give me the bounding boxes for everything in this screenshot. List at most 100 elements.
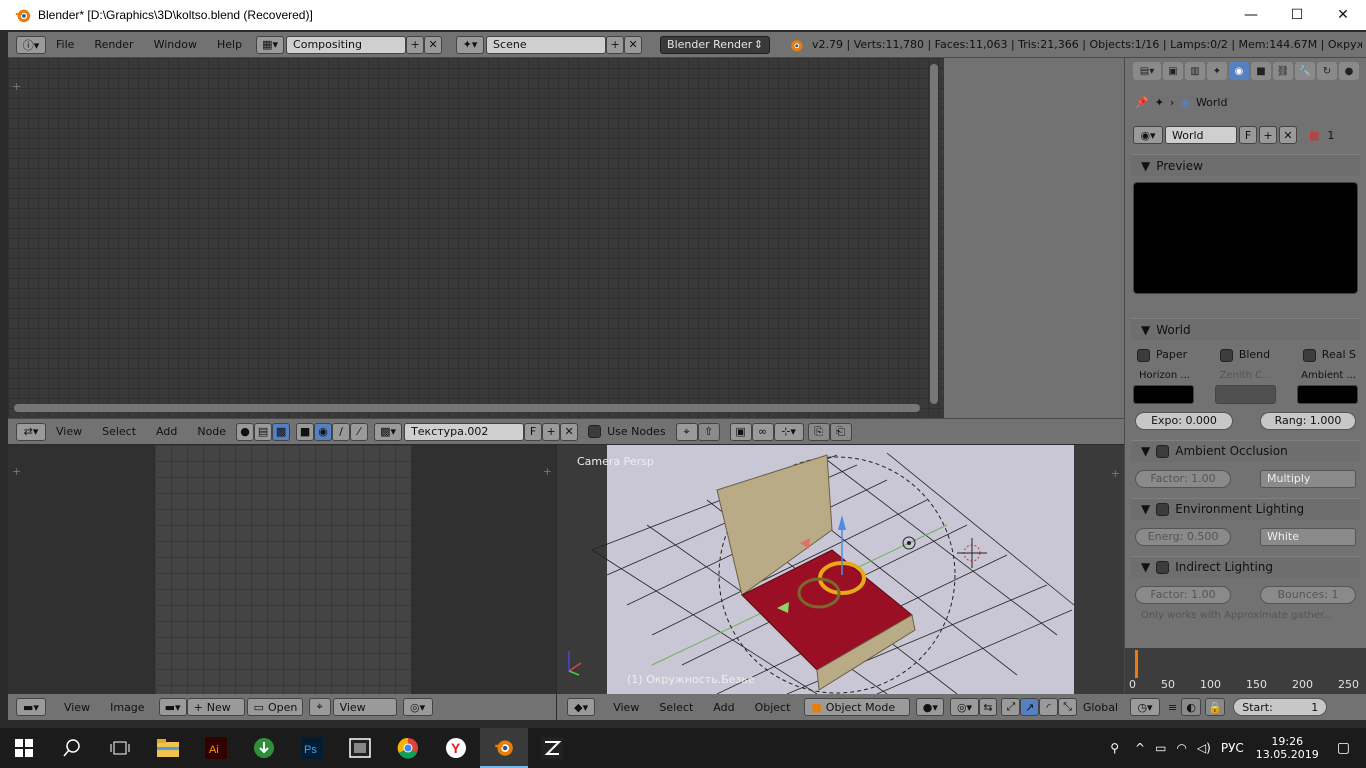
auto-offset-icon[interactable]: ∞ [751, 422, 774, 441]
file-explorer-icon[interactable] [144, 728, 192, 768]
horizontal-scrollbar[interactable] [14, 404, 920, 412]
image-pin-icon[interactable]: ⌖ [308, 698, 331, 716]
environment-lighting-panel-header[interactable]: ▼ Environment Lighting [1131, 497, 1360, 520]
world-name-field[interactable]: World [1165, 126, 1237, 144]
add-scene-icon[interactable]: + [606, 35, 625, 54]
scene-icon[interactable]: ✦▾ [456, 35, 485, 54]
task-view-icon[interactable] [96, 728, 144, 768]
use-nodes-checkbox[interactable] [588, 425, 602, 438]
copy-nodes-icon[interactable]: ⎘ [807, 422, 830, 441]
render-engine-select[interactable]: Blender Render ⇕ [660, 35, 771, 54]
node-menu-view[interactable]: View [46, 425, 92, 438]
transform-orientation-select[interactable]: Global [1077, 701, 1124, 714]
editor-type-properties-icon[interactable]: ▤▾ [1133, 62, 1161, 80]
shader-nodes-icon[interactable]: ● [236, 422, 255, 441]
texture-name-field[interactable]: Текстура.002 [404, 422, 525, 441]
data-tab-icon[interactable]: ↻ [1317, 62, 1337, 80]
view3d-menu-select[interactable]: Select [649, 701, 703, 714]
line-style-icon[interactable]: ⁄ [350, 422, 369, 441]
yandex-icon[interactable]: Y [432, 728, 480, 768]
translate-manipulator-icon[interactable]: ⤢ [1001, 698, 1021, 716]
scene-field[interactable]: Scene [486, 35, 607, 54]
add-layout-icon[interactable]: + [406, 35, 425, 54]
illustrator-icon[interactable]: Ai [192, 728, 240, 768]
blend-sky-toggle[interactable]: Blend [1219, 348, 1270, 362]
horizon-color-swatch[interactable] [1133, 384, 1194, 404]
menu-window[interactable]: Window [144, 38, 207, 51]
exposure-field[interactable]: Expo: 0.000 [1135, 411, 1233, 430]
volume-icon[interactable]: ◁) [1197, 741, 1211, 755]
remove-texture-icon[interactable]: ✕ [560, 422, 579, 441]
download-icon[interactable] [240, 728, 288, 768]
wifi-icon[interactable]: ◠ [1176, 741, 1186, 755]
ambient-color-swatch[interactable] [1297, 384, 1358, 404]
scene-tab-icon[interactable]: ✦ [1207, 62, 1227, 80]
editor-type-3d-icon[interactable]: ◆▾ [567, 698, 596, 716]
real-sky-checkbox[interactable] [1302, 348, 1316, 362]
parent-tree-icon[interactable]: ⇧ [697, 422, 720, 441]
chevron-up-icon[interactable]: ^ [1135, 741, 1145, 755]
rotate-manipulator-icon[interactable]: ↗ [1020, 698, 1040, 716]
start-icon[interactable] [0, 728, 48, 768]
menu-help[interactable]: Help [207, 38, 252, 51]
image-view-mode-select[interactable]: View [332, 698, 397, 716]
menu-render[interactable]: Render [84, 38, 143, 51]
image-browse-icon[interactable]: ▬▾ [158, 698, 187, 716]
close-button[interactable]: ✕ [1320, 0, 1366, 30]
world-texture-icon[interactable]: ◉ [314, 422, 333, 441]
zbrush-icon[interactable] [528, 728, 576, 768]
zenith-color-swatch[interactable] [1215, 384, 1276, 404]
pin-icon[interactable]: 📌 [1135, 96, 1149, 109]
pivot-point-icon[interactable]: ◎▾ [950, 698, 979, 716]
record-icon[interactable]: ◐ [1181, 698, 1202, 716]
image-menu-image[interactable]: Image [100, 701, 154, 714]
object-tab-icon[interactable]: ■ [1251, 62, 1271, 80]
video-icon[interactable] [336, 728, 384, 768]
minimize-button[interactable]: — [1228, 0, 1274, 30]
language-indicator[interactable]: РУС [1221, 741, 1244, 755]
ao-factor-field[interactable]: Factor: 1.00 [1135, 469, 1231, 488]
world-panel-header[interactable]: ▼ World [1131, 318, 1360, 340]
pin-icon[interactable]: ⌖ [675, 422, 698, 441]
clock[interactable]: 19:26 13.05.2019 [1256, 735, 1319, 761]
pivot-icon[interactable]: ◎▾ [402, 698, 433, 716]
editor-type-node-icon[interactable]: ⇄▾ [16, 422, 46, 441]
snap-icon[interactable]: ⊹▾ [773, 422, 804, 441]
backdrop-icon[interactable]: ▣ [729, 422, 752, 441]
area-split-icon[interactable]: + [12, 80, 21, 93]
notifications-icon[interactable]: ▢ [1337, 740, 1350, 756]
node-menu-add[interactable]: Add [146, 425, 187, 438]
3d-viewport[interactable]: Camera Persp (1) Окружность.Безье + [557, 445, 1124, 694]
new-image-button[interactable]: + New [186, 698, 245, 716]
remove-layout-icon[interactable]: ✕ [424, 35, 443, 54]
ambient-occlusion-panel-header[interactable]: ▼ Ambient Occlusion [1131, 439, 1360, 462]
range-field[interactable]: Rang: 1.000 [1260, 411, 1356, 430]
remove-scene-icon[interactable]: ✕ [624, 35, 643, 54]
render-tab-icon[interactable]: ▣ [1163, 62, 1183, 80]
search-icon[interactable] [48, 728, 96, 768]
image-menu-view[interactable]: View [54, 701, 100, 714]
texture-fake-user-button[interactable]: F [524, 422, 543, 441]
modifiers-tab-icon[interactable]: 🔧 [1295, 62, 1315, 80]
maximize-button[interactable]: ☐ [1274, 0, 1320, 30]
timeline-area[interactable]: 0 50 100 150 200 250 [1124, 648, 1366, 694]
menu-hamburger-icon[interactable]: ≡ [1168, 701, 1177, 714]
blend-sky-checkbox[interactable] [1219, 348, 1233, 362]
manipulator-toggle-icon[interactable]: ⇆ [978, 698, 998, 716]
node-menu-select[interactable]: Select [92, 425, 146, 438]
paper-sky-checkbox[interactable] [1137, 348, 1150, 362]
environment-lighting-checkbox[interactable] [1156, 502, 1170, 516]
area-split-icon[interactable]: + [543, 465, 552, 478]
area-split-icon[interactable]: + [12, 465, 21, 478]
node-menu-node[interactable]: Node [187, 425, 236, 438]
chrome-icon[interactable] [384, 728, 432, 768]
lock-icon[interactable]: 🔒 [1205, 698, 1226, 716]
blender-icon[interactable] [480, 728, 528, 768]
area-split-icon[interactable]: + [1111, 467, 1120, 480]
manipulator-extra-icon[interactable]: ⤡ [1058, 698, 1077, 716]
constraints-tab-icon[interactable]: ⛓ [1273, 62, 1293, 80]
add-texture-icon[interactable]: + [542, 422, 561, 441]
real-sky-toggle[interactable]: Real S [1302, 348, 1356, 362]
view3d-menu-add[interactable]: Add [703, 701, 744, 714]
add-world-icon[interactable]: + [1259, 126, 1277, 144]
